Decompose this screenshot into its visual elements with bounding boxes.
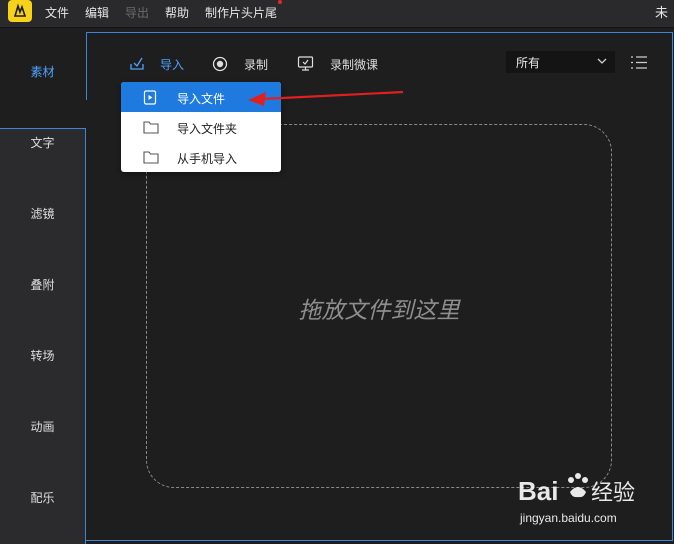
annotation-arrow-icon (248, 90, 404, 106)
menu-help[interactable]: 帮助 (165, 4, 189, 21)
watermark-brand: Bai (518, 476, 558, 506)
menu-intro-outro[interactable]: 制作片头片尾 (205, 4, 277, 21)
menu-item-label: 从手机导入 (177, 152, 238, 166)
app-logo-icon (8, 0, 32, 22)
folder-icon (143, 151, 159, 164)
menu-item-label: 导入文件夹 (177, 122, 238, 136)
record-lesson-icon[interactable] (297, 55, 314, 72)
menu-export[interactable]: 导出 (125, 4, 149, 21)
filter-select[interactable]: 所有 (506, 51, 615, 73)
sidebar: 素材 文字 滤镜 叠附 转场 动画 配乐 (0, 28, 86, 544)
watermark-url: jingyan.baidu.com (519, 511, 617, 525)
file-play-icon (143, 90, 157, 105)
import-icon[interactable] (129, 55, 145, 71)
menu-edit[interactable]: 编辑 (85, 4, 109, 21)
menu-bar: 文件 编辑 导出 帮助 制作片头片尾 未 (0, 0, 674, 28)
sidebar-item-music[interactable]: 配乐 (0, 489, 85, 506)
sidebar-tabs-bg (0, 128, 86, 544)
watermark-brand-suffix: 经验 (591, 480, 635, 505)
import-button[interactable]: 导入 (160, 56, 184, 73)
record-button[interactable]: 录制 (244, 56, 268, 73)
sidebar-item-overlay[interactable]: 叠附 (0, 276, 85, 293)
filter-select-value: 所有 (516, 56, 541, 70)
panel-border (86, 32, 87, 100)
menu-item-import-folder[interactable]: 导入文件夹 (121, 112, 281, 142)
chevron-down-icon (597, 58, 607, 64)
sidebar-item-animation[interactable]: 动画 (0, 418, 85, 435)
sidebar-item-text[interactable]: 文字 (0, 134, 85, 151)
menu-item-import-phone[interactable]: 从手机导入 (121, 142, 281, 172)
record-lesson-button[interactable]: 录制微课 (330, 56, 378, 73)
baidu-jingyan-watermark: Bai 经验 jingyan.baidu.com (518, 473, 635, 525)
sidebar-item-filter[interactable]: 滤镜 (0, 205, 85, 222)
menu-file[interactable]: 文件 (45, 4, 69, 21)
sidebar-item-transition[interactable]: 转场 (0, 347, 85, 364)
window-title: 未 (655, 6, 669, 21)
drop-zone-text: 拖放文件到这里 (298, 298, 460, 324)
list-view-icon[interactable] (630, 55, 648, 70)
folder-icon (143, 121, 159, 134)
drop-zone[interactable]: 拖放文件到这里 (146, 124, 612, 488)
record-icon[interactable] (212, 56, 228, 72)
menu-item-label: 导入文件 (177, 92, 226, 106)
sidebar-item-material[interactable]: 素材 (0, 63, 85, 80)
notification-dot (278, 0, 282, 4)
